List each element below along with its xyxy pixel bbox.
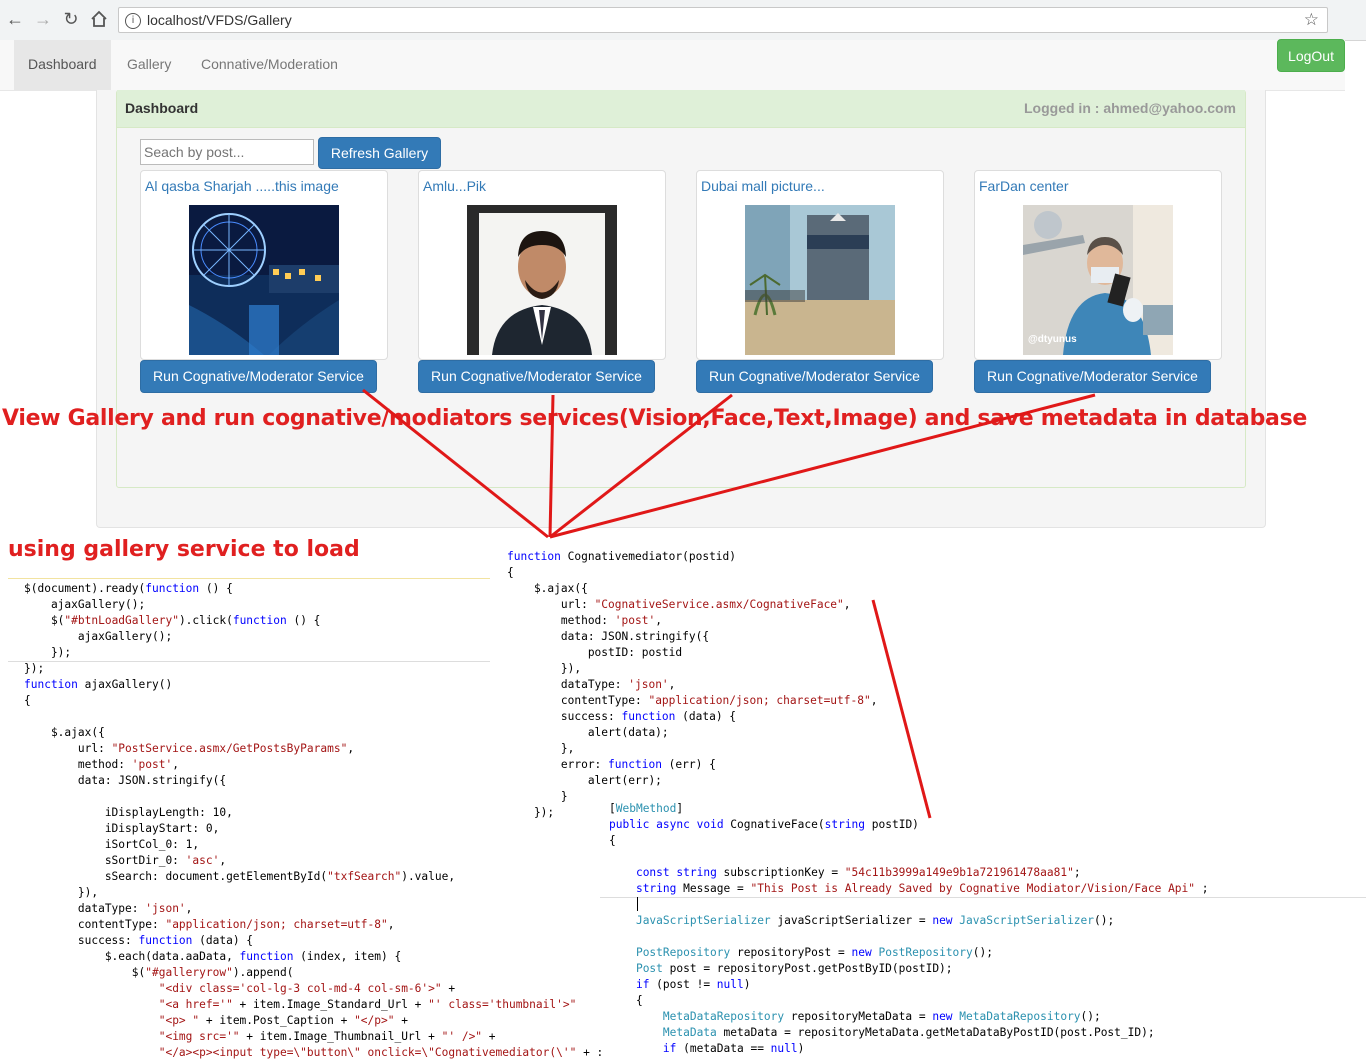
logout-button[interactable]: LogOut (1277, 39, 1345, 72)
code-line: "<div class='col-lg-3 col-md-4 col-sm-6'… (158, 982, 456, 995)
code-line: if (metaData == null) (662, 1042, 805, 1055)
code-block-cognativeface: [WebMethod] public async void CognativeFa… (609, 801, 1209, 897)
code-line: PostRepository repositoryPost = new Post… (635, 946, 993, 959)
nav-item-gallery[interactable]: Gallery (113, 40, 185, 90)
annotation-main: View Gallery and run cognative/modiators… (2, 406, 1308, 431)
address-bar[interactable]: i localhost/VFDS/Gallery ☆ (118, 7, 1328, 33)
code-line: alert(data); (507, 726, 669, 739)
code-block-cognativemediator: function Cognativemediator(postid) { $.aj… (507, 549, 877, 821)
url-text: localhost/VFDS/Gallery (147, 12, 292, 28)
code-line: iDisplayStart: 0, (24, 822, 220, 835)
divider (600, 897, 1366, 898)
code-line: function Cognativemediator(postid) (507, 550, 737, 563)
gallery-thumbnail[interactable]: Al qasba Sharjah .....this image (140, 170, 388, 360)
code-line: alert(err); (507, 774, 662, 787)
code-line: data: JSON.stringify({ (507, 630, 710, 643)
code-line: }, (507, 742, 575, 755)
code-line: success: function (data) { (507, 710, 737, 723)
panel-title: Dashboard (125, 100, 199, 116)
code-line: url: "CognativeService.asmx/CognativeFac… (507, 598, 851, 611)
thumbnail-caption[interactable]: Dubai mall picture... (701, 178, 825, 194)
code-line: dataType: 'json', (24, 902, 193, 915)
gallery-thumbnail[interactable]: Amlu...Pik (418, 170, 666, 360)
divider (8, 578, 490, 579)
home-icon[interactable] (88, 8, 110, 30)
code-line: [WebMethod] (609, 802, 684, 815)
code-line: }), (24, 886, 99, 899)
code-line: sSortDir_0: 'asc', (24, 854, 227, 867)
code-line: MetaDataRepository repositoryMetaData = … (662, 1010, 1101, 1023)
nav-item-connative-moderation[interactable]: Connative/Moderation (187, 40, 352, 90)
back-icon[interactable]: ← (4, 8, 26, 30)
gallery-thumbnail[interactable]: Dubai mall picture... (696, 170, 944, 360)
code-line: $.each(data.aaData, function (index, ite… (24, 950, 402, 963)
gallery-image[interactable] (189, 205, 339, 355)
code-line: "<a href='" + item.Image_Standard_Url + … (158, 998, 577, 1011)
gallery-thumbnail[interactable]: FarDan center @dtyunus (974, 170, 1222, 360)
code-line: if (post != null) (635, 978, 751, 991)
code-line: sSearch: document.getElementById("txfSea… (24, 870, 456, 883)
code-line: const string subscriptionKey = "54c11b39… (635, 866, 1081, 879)
code-line: iSortCol_0: 1, (24, 838, 200, 851)
code-line: "<p> " + item.Post_Caption + "</p>" + (158, 1014, 408, 1027)
code-line: success: function (data) { (24, 934, 254, 947)
forward-icon[interactable]: → (32, 8, 54, 30)
code-line: method: 'post', (507, 614, 662, 627)
code-line: dataType: 'json', (507, 678, 676, 691)
gallery-image[interactable] (467, 205, 617, 355)
reload-icon[interactable]: ↻ (60, 8, 82, 30)
nav-item-dashboard[interactable]: Dashboard (14, 40, 111, 90)
bookmark-star-icon[interactable]: ☆ (1304, 10, 1319, 30)
code-block-cognativeface-body: JavaScriptSerializer javaScriptSerialize… (609, 913, 1155, 1057)
divider (8, 661, 490, 662)
code-line: postID: postid (507, 646, 683, 659)
code-line: { (507, 566, 514, 579)
thumbnail-caption[interactable]: Al qasba Sharjah .....this image (145, 178, 339, 194)
code-line: }), (507, 662, 582, 675)
code-line: MetaData metaData = repositoryMetaData.g… (662, 1026, 1155, 1039)
run-cognative-button[interactable]: Run Cognative/Moderator Service (974, 360, 1211, 393)
code-line: string Message = "This Post is Already S… (635, 882, 1209, 895)
code-line: "<img src='" + item.Image_Thumbnail_Url … (158, 1030, 496, 1043)
gallery-image[interactable] (745, 205, 895, 355)
search-input[interactable] (140, 139, 314, 165)
code-line: error: function (err) { (507, 758, 716, 771)
code-line: { (609, 994, 643, 1007)
code-line: contentType: "application/json; charset=… (507, 694, 878, 707)
thumbnail-caption[interactable]: Amlu...Pik (423, 178, 486, 194)
code-line: "</a><p><input type=\"button\" onclick=\… (158, 1046, 604, 1059)
refresh-gallery-button[interactable]: Refresh Gallery (318, 137, 441, 169)
image-watermark: @dtyunus (1028, 334, 1077, 345)
code-line: JavaScriptSerializer javaScriptSerialize… (635, 914, 1115, 927)
code-line: public async void CognativeFace(string p… (609, 818, 919, 831)
run-cognative-button[interactable]: Run Cognative/Moderator Service (696, 360, 933, 393)
code-line: $("#galleryrow").append( (24, 966, 294, 979)
code-line: Post post = repositoryPost.getPostByID(p… (635, 962, 953, 975)
thumbnail-caption[interactable]: FarDan center (979, 178, 1068, 194)
code-line: { (609, 834, 616, 847)
logged-in-label: Logged in : ahmed@yahoo.com (1024, 100, 1236, 116)
info-icon[interactable]: i (125, 13, 141, 29)
text-caret (637, 897, 638, 911)
run-cognative-button[interactable]: Run Cognative/Moderator Service (418, 360, 655, 393)
code-line: $.ajax({ (507, 582, 588, 595)
code-line: contentType: "application/json; charset=… (24, 918, 395, 931)
annotation-left: using gallery service to load (8, 537, 360, 562)
gallery-image[interactable] (1023, 205, 1173, 355)
run-cognative-button[interactable]: Run Cognative/Moderator Service (140, 360, 377, 393)
